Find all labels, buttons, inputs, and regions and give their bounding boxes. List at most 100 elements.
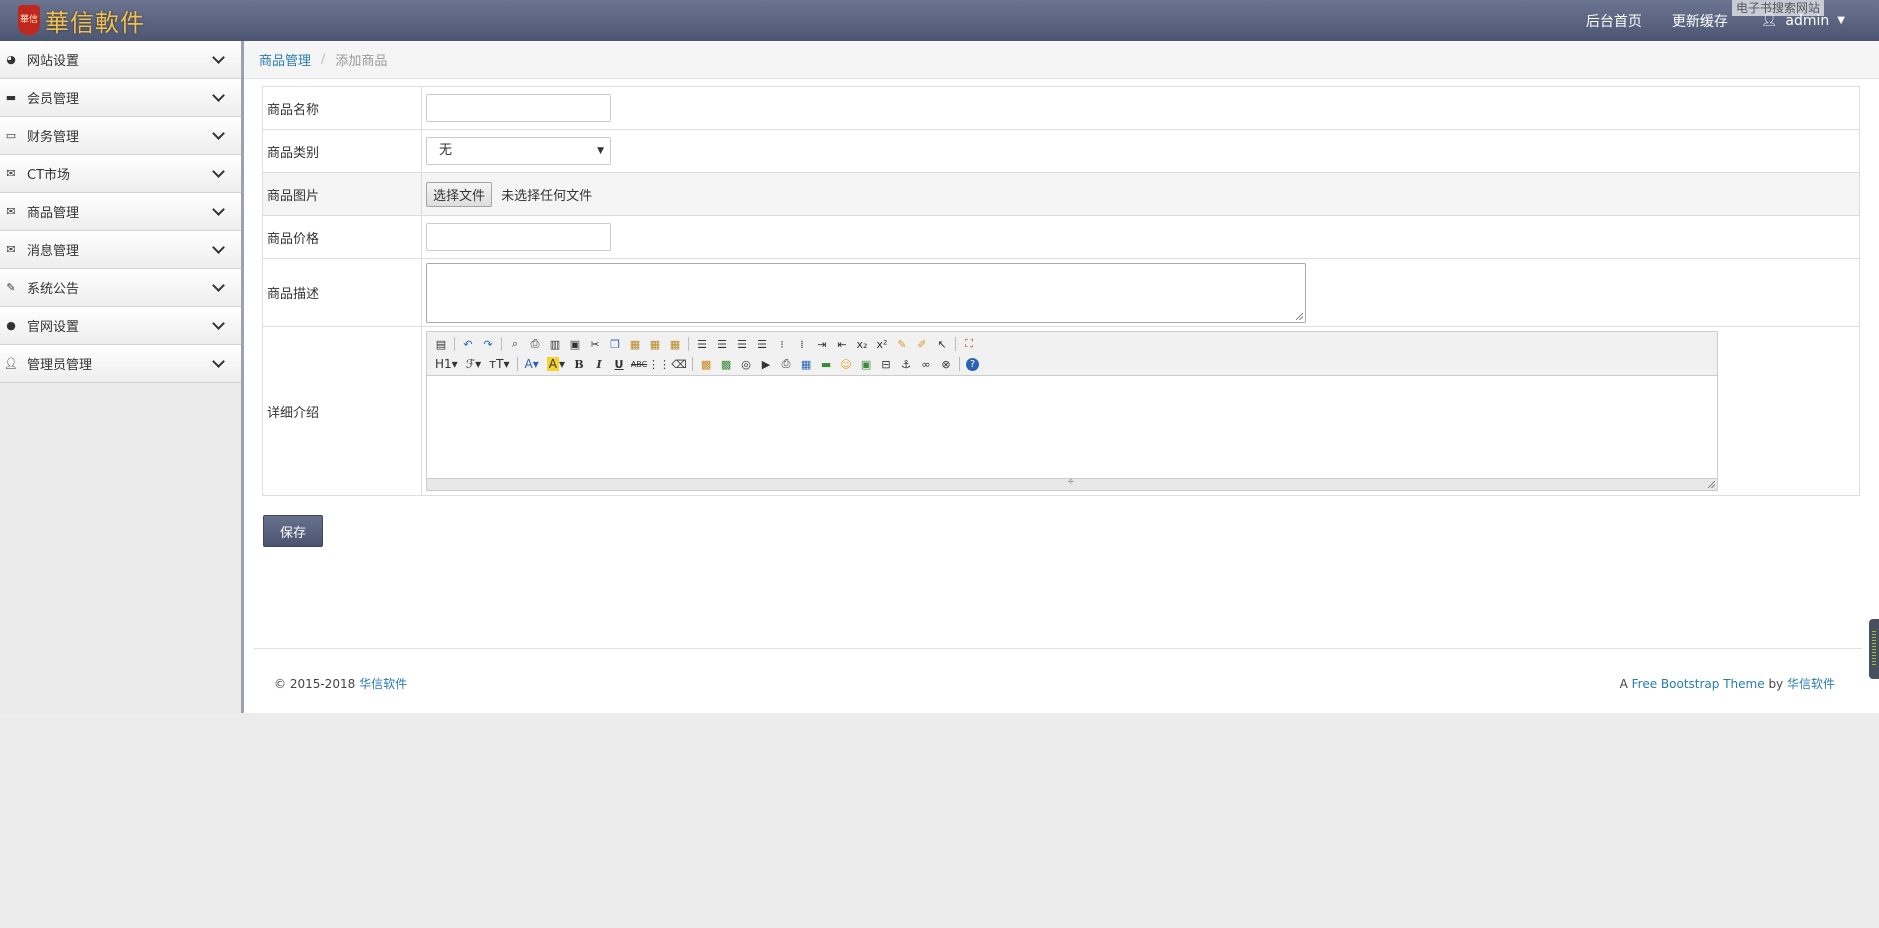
indent-icon[interactable]: ⇥ bbox=[812, 335, 832, 353]
nav-refresh-cache-link[interactable]: 更新缓存 bbox=[1672, 11, 1728, 31]
choose-file-button[interactable]: 选择文件 bbox=[426, 181, 493, 207]
product-category-select[interactable]: 无 ▼ bbox=[426, 137, 611, 165]
undo-icon[interactable]: ↶ bbox=[458, 335, 478, 353]
table-icon[interactable]: ▦ bbox=[796, 355, 816, 373]
select-all-icon[interactable]: ↖ bbox=[932, 335, 952, 353]
logo[interactable]: 華信 華信軟件 bbox=[18, 4, 145, 37]
chevron-down-icon bbox=[212, 127, 225, 140]
page-break-icon[interactable]: ⊟ bbox=[876, 355, 896, 373]
ordered-list-icon[interactable]: ⁝ bbox=[772, 335, 792, 353]
anchor-icon[interactable]: ⚓ bbox=[896, 355, 916, 373]
sidebar-item-label: 官网设置 bbox=[27, 320, 80, 335]
source-icon[interactable]: ▤ bbox=[431, 335, 451, 353]
caret-down-icon: ▼ bbox=[1837, 15, 1845, 26]
unordered-list-icon[interactable]: ⁞ bbox=[792, 335, 812, 353]
template-icon[interactable]: ▥ bbox=[545, 335, 565, 353]
sidebar-item-announcements[interactable]: ✎ 系统公告 bbox=[0, 269, 241, 307]
sidebar-item-official-site[interactable]: ● 官网设置 bbox=[0, 307, 241, 345]
flash-icon[interactable]: ◎ bbox=[736, 355, 756, 373]
sidebar-item-members[interactable]: ▬ 会员管理 bbox=[0, 79, 241, 117]
product-image-cell: 选择文件 未选择任何文件 bbox=[421, 172, 1860, 216]
paste-word-icon[interactable]: ▦ bbox=[665, 335, 685, 353]
help-icon[interactable]: ? bbox=[966, 357, 980, 371]
clear-format-icon[interactable]: ✎ bbox=[892, 335, 912, 353]
multi-image-icon[interactable]: ▩ bbox=[716, 355, 736, 373]
format-brush-icon[interactable]: ✐ bbox=[912, 335, 932, 353]
horizontal-rule-icon[interactable]: ▬ bbox=[816, 355, 836, 373]
envelope-icon: ✉ bbox=[6, 167, 16, 180]
copy-icon[interactable]: ❐ bbox=[605, 335, 625, 353]
company-link[interactable]: 华信软件 bbox=[359, 677, 407, 691]
save-button[interactable]: 保存 bbox=[263, 515, 323, 547]
editor-content-area[interactable] bbox=[427, 376, 1717, 478]
sidebar-item-messages[interactable]: ✉ 消息管理 bbox=[0, 231, 241, 269]
sidebar-item-products[interactable]: ✉ 商品管理 bbox=[0, 193, 241, 231]
align-justify-icon[interactable]: ☰ bbox=[752, 335, 772, 353]
side-panel-handle[interactable] bbox=[1869, 619, 1879, 679]
sidebar-item-ct-market[interactable]: ✉ CT市场 bbox=[0, 155, 241, 193]
comment-icon: ● bbox=[6, 319, 16, 332]
sidebar-item-label: 管理员管理 bbox=[27, 358, 93, 373]
image-insert-icon[interactable]: ▩ bbox=[696, 355, 716, 373]
underline-icon[interactable]: U bbox=[609, 355, 629, 373]
toolbar-separator bbox=[692, 357, 694, 371]
italic-icon[interactable]: I bbox=[589, 355, 609, 373]
align-right-icon[interactable]: ☰ bbox=[732, 335, 752, 353]
outdent-icon[interactable]: ⇤ bbox=[832, 335, 852, 353]
line-height-icon[interactable]: ⋮⋮ bbox=[648, 355, 670, 373]
paste-text-icon[interactable]: ▦ bbox=[645, 335, 665, 353]
chevron-down-icon bbox=[212, 51, 225, 64]
chevron-down-icon bbox=[212, 89, 225, 102]
eraser-icon[interactable]: ⌫ bbox=[669, 355, 689, 373]
paste-icon[interactable]: ▦ bbox=[625, 335, 645, 353]
product-category-value: 无 bbox=[439, 143, 453, 158]
resize-grip-icon[interactable] bbox=[1296, 312, 1303, 320]
code-icon[interactable]: ▣ bbox=[565, 335, 585, 353]
subscript-icon[interactable]: x₂ bbox=[852, 335, 872, 353]
print-icon[interactable]: ⎙ bbox=[525, 335, 545, 353]
attachment-icon[interactable]: ⎙ bbox=[776, 355, 796, 373]
product-image-label: 商品图片 bbox=[262, 172, 422, 216]
fullscreen-icon[interactable]: ⛶ bbox=[959, 335, 979, 353]
chevron-down-icon bbox=[212, 317, 225, 330]
editor-resize-handle-icon[interactable]: ÷ bbox=[1067, 477, 1075, 487]
product-description-textarea[interactable] bbox=[426, 262, 1306, 323]
preview-icon[interactable]: ⌕ bbox=[505, 335, 525, 353]
product-price-input[interactable] bbox=[426, 223, 611, 251]
link-icon[interactable]: ∞ bbox=[916, 355, 936, 373]
sidebar-item-admins[interactable]: 👤︎ 管理员管理 bbox=[0, 345, 241, 383]
author-link[interactable]: 华信软件 bbox=[1787, 677, 1835, 691]
bold-icon[interactable]: B bbox=[569, 355, 589, 373]
product-description-label: 商品描述 bbox=[262, 258, 422, 327]
text-color-dropdown[interactable]: A▾ bbox=[521, 355, 543, 373]
font-size-dropdown[interactable]: тT ▾ bbox=[485, 355, 513, 373]
heading-dropdown[interactable]: H1 ▾ bbox=[431, 355, 462, 373]
highlight-color-dropdown[interactable]: A ▾ bbox=[543, 355, 569, 373]
sidebar-item-label: 系统公告 bbox=[27, 282, 80, 297]
unlink-icon[interactable]: ⊗ bbox=[936, 355, 956, 373]
font-size-label: тT bbox=[489, 357, 504, 371]
emoticon-icon[interactable]: ☺ bbox=[836, 355, 856, 373]
product-name-input[interactable] bbox=[426, 94, 611, 122]
chevron-down-icon bbox=[212, 165, 225, 178]
font-family-dropdown[interactable]: ℱ ▾ bbox=[462, 355, 485, 373]
align-left-icon[interactable]: ☰ bbox=[692, 335, 712, 353]
align-center-icon[interactable]: ☰ bbox=[712, 335, 732, 353]
sidebar-item-website-settings[interactable]: ◕ 网站设置 bbox=[0, 41, 241, 79]
user-menu[interactable]: 👤︎ admin ▼ bbox=[1761, 13, 1845, 29]
sidebar-item-finance[interactable]: ▭ 财务管理 bbox=[0, 117, 241, 155]
superscript-icon[interactable]: x² bbox=[872, 335, 892, 353]
baidu-map-icon[interactable]: ▣ bbox=[856, 355, 876, 373]
cut-icon[interactable]: ✂ bbox=[585, 335, 605, 353]
footer-credit: A Free Bootstrap Theme by 华信软件 bbox=[1620, 675, 1835, 692]
media-icon[interactable]: ▶ bbox=[756, 355, 776, 373]
redo-icon[interactable]: ↷ bbox=[478, 335, 498, 353]
theme-link[interactable]: Free Bootstrap Theme bbox=[1632, 677, 1765, 691]
top-nav: 后台首页 更新缓存 👤︎ admin ▼ bbox=[1556, 0, 1879, 41]
chevron-down-icon bbox=[212, 355, 225, 368]
breadcrumb-products-link[interactable]: 商品管理 bbox=[259, 50, 311, 69]
resize-grip-icon[interactable] bbox=[1708, 481, 1715, 488]
nav-home-link[interactable]: 后台首页 bbox=[1586, 11, 1642, 31]
strikethrough-icon[interactable]: ABC bbox=[629, 355, 649, 373]
user-icon: 👤︎ bbox=[1760, 13, 1778, 28]
